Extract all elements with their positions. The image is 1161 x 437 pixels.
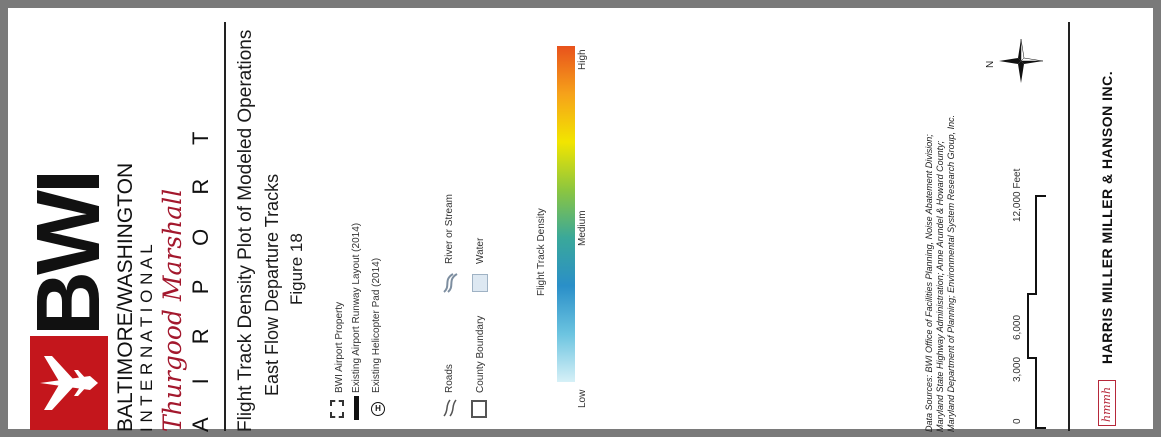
density-label-low: Low <box>577 389 588 408</box>
river-icon <box>443 273 458 293</box>
logo-emblem <box>30 336 108 430</box>
map-subtitle: East Flow Departure Tracks <box>262 173 282 396</box>
scale-bar <box>1027 195 1046 429</box>
logo-line-international: I N T E R N A T I O N A L <box>137 244 156 432</box>
density-label-medium: Medium <box>577 210 588 246</box>
water-icon <box>472 274 488 292</box>
logo-line-airport: A I R P O R T <box>188 117 213 432</box>
road-icon <box>443 399 457 417</box>
legend-label-water: Water <box>475 237 486 264</box>
logo-line-baltimore: BALTIMORE/WASHINGTON <box>114 162 137 432</box>
runway-icon <box>354 396 359 420</box>
logo-script-name: Thurgood Marshall <box>158 188 187 432</box>
company-name: HARRIS MILLER MILLER & HANSON INC. <box>1099 70 1115 364</box>
legend-label-airport-property: BWI Airport Property <box>334 301 345 393</box>
legend-label-runway: Existing Airport Runway Layout (2014) <box>351 222 362 393</box>
data-sources-line-3: Maryland Department of Planning; Environ… <box>946 114 956 432</box>
data-sources-line-2: Maryland State Highway Administration; A… <box>935 140 945 432</box>
density-label-high: High <box>577 49 588 70</box>
helipad-icon: H <box>371 402 385 416</box>
legend-label-county-boundary: County Boundary <box>475 315 486 393</box>
scale-label-12000: 12,000 Feet <box>1012 168 1023 222</box>
data-sources-line-1: Data Sources: BWI Office of Facilities P… <box>924 134 934 432</box>
legend-label-helipad: Existing Helicopter Pad (2014) <box>371 257 382 393</box>
scale-label-0: 0 <box>1012 418 1023 424</box>
north-label: N <box>985 60 996 68</box>
scale-label-3000: 3,000 <box>1012 356 1023 382</box>
map-title: Flight Track Density Plot of Modeled Ope… <box>235 29 256 432</box>
legend-label-river: River or Stream <box>444 193 455 264</box>
hmmh-logo-text: hmmh <box>1100 386 1113 422</box>
divider-left <box>224 22 226 431</box>
figure-number: Figure 18 <box>287 233 306 305</box>
airport-property-icon <box>330 400 344 418</box>
scale-label-6000: 6,000 <box>1012 314 1023 340</box>
north-arrow-icon <box>999 38 1044 83</box>
density-color-ramp <box>557 46 575 382</box>
logo-letters: BWI <box>19 173 119 336</box>
map-frame: BWI BALTIMORE/WASHINGTON I N T E R N A T… <box>0 0 1161 437</box>
density-title: Flight Track Density <box>536 208 547 296</box>
plane-silhouette-icon <box>40 356 98 410</box>
county-boundary-icon <box>471 400 487 418</box>
divider-right <box>1068 22 1070 431</box>
legend-label-roads: Roads <box>444 364 455 393</box>
